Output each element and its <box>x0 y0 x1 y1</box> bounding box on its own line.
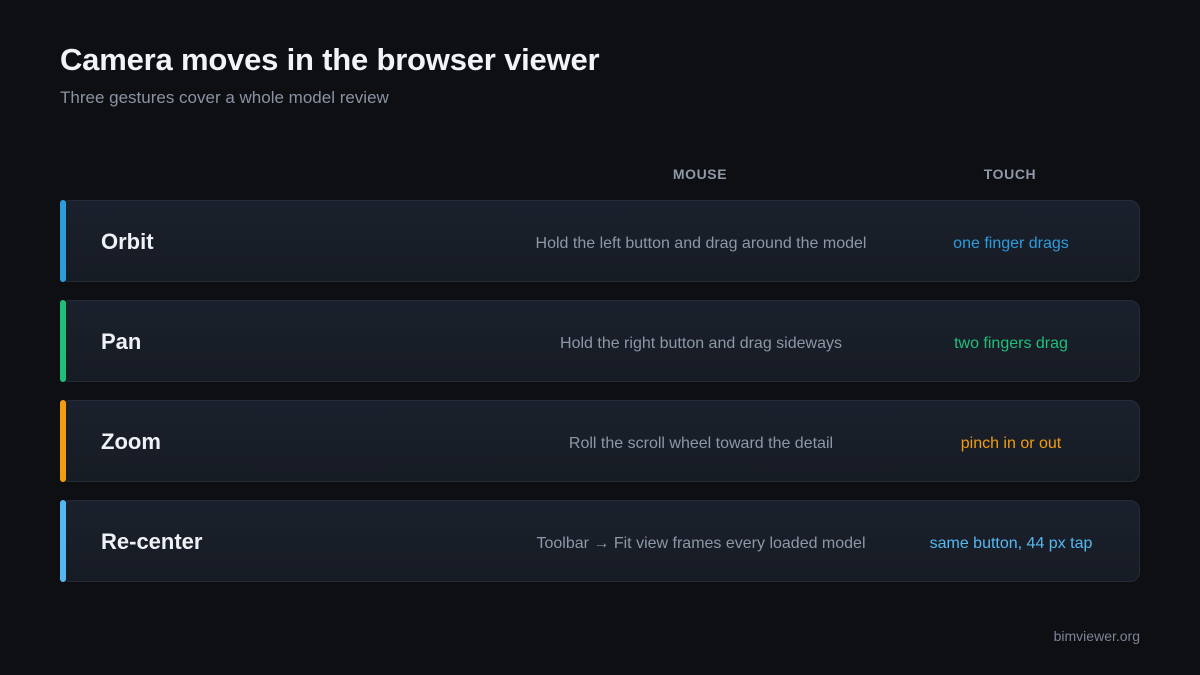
gesture-row-orbit: Orbit Hold the left button and drag arou… <box>60 200 1140 282</box>
touch-instruction: two fingers drag <box>954 335 1068 352</box>
mouse-instruction: Hold the left button and drag around the… <box>535 235 867 252</box>
column-header-mouse: MOUSE <box>672 166 728 182</box>
page-title: Camera moves in the browser viewer <box>60 42 600 77</box>
accent-bar <box>60 500 66 582</box>
mouse-instruction: Hold the right button and drag sideways <box>560 335 842 352</box>
gesture-row-pan: Pan Hold the right button and drag sidew… <box>60 300 1140 382</box>
accent-bar <box>60 400 66 482</box>
touch-instruction: same button, 44 px tap <box>929 535 1093 552</box>
accent-bar <box>60 300 66 382</box>
mouse-instruction: Toolbar → Fit view frames every loaded m… <box>536 535 866 552</box>
gesture-name: Pan <box>101 329 142 354</box>
gesture-name: Re-center <box>101 529 203 554</box>
page-subtitle: Three gestures cover a whole model revie… <box>60 88 389 107</box>
accent-bar <box>60 200 66 282</box>
gesture-card: Camera moves in the browser viewer Three… <box>0 0 1200 675</box>
mouse-instruction: Roll the scroll wheel toward the detail <box>568 435 834 452</box>
gesture-name: Zoom <box>101 429 161 454</box>
touch-instruction: pinch in or out <box>960 435 1062 452</box>
touch-instruction: one finger drags <box>953 235 1069 252</box>
footer-site: bimviewer.org <box>1053 628 1140 644</box>
gesture-name: Orbit <box>101 229 154 254</box>
gesture-row-zoom: Zoom Roll the scroll wheel toward the de… <box>60 400 1140 482</box>
gesture-row-recenter: Re-center Toolbar → Fit view frames ever… <box>60 500 1140 582</box>
column-header-touch: TOUCH <box>983 166 1037 182</box>
